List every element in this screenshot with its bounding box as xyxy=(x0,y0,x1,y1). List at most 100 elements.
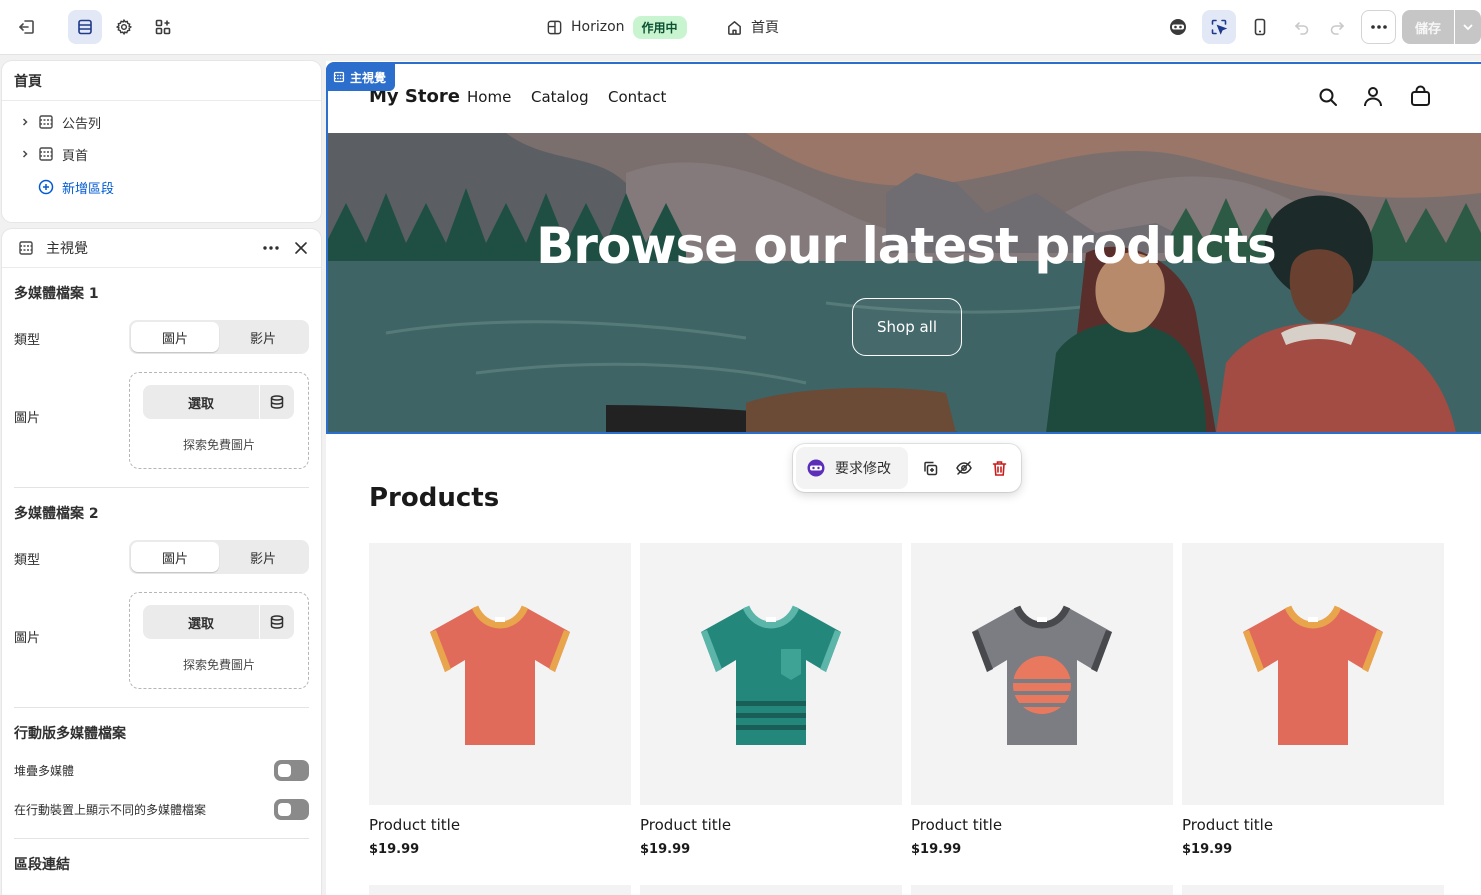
cursor-select-icon xyxy=(1211,19,1228,35)
add-section-label: 新增區段 xyxy=(62,181,115,197)
mobile-media-title: 行動版多媒體檔案 xyxy=(14,726,126,742)
tshirt-gray-sunset-icon xyxy=(972,605,1112,745)
database-icon xyxy=(270,615,284,629)
divider xyxy=(14,838,309,839)
theme-settings-button[interactable] xyxy=(107,10,141,44)
exit-button[interactable] xyxy=(10,10,44,44)
delete-section-button[interactable] xyxy=(989,458,1009,478)
stack-media-toggle[interactable] xyxy=(274,760,309,781)
media1-type-label: 類型 xyxy=(14,333,41,348)
ask-sidekick-button[interactable]: 要求修改 xyxy=(796,447,908,489)
product-title: Product title xyxy=(1182,816,1274,834)
chevron-right-icon xyxy=(22,118,28,126)
exit-icon xyxy=(19,20,34,34)
shop-all-button[interactable]: Shop all xyxy=(852,298,962,356)
eye-off-icon xyxy=(956,461,972,475)
inspector-toggle-button[interactable] xyxy=(1202,10,1236,44)
media1-type-segmented: 圖片 影片 xyxy=(129,320,309,354)
more-actions-button[interactable] xyxy=(1361,10,1396,44)
page-selector[interactable]: 首頁 xyxy=(726,14,779,40)
plus-circle-icon xyxy=(38,179,54,195)
nav-catalog[interactable]: Catalog xyxy=(531,88,589,106)
product-card-next-row xyxy=(640,885,902,895)
account-icon[interactable] xyxy=(1363,86,1383,107)
stack-media-label: 堆疊多媒體 xyxy=(14,764,75,778)
sections-icon xyxy=(78,19,92,35)
media2-type-image[interactable]: 圖片 xyxy=(131,542,219,572)
chevron-down-icon xyxy=(1463,24,1473,31)
page-name: 首頁 xyxy=(751,20,779,36)
product-card-next-row xyxy=(369,885,631,895)
apps-button[interactable] xyxy=(146,10,180,44)
product-card[interactable]: Product title $19.99 xyxy=(640,543,902,857)
products-heading: Products xyxy=(369,483,500,513)
close-icon[interactable] xyxy=(294,241,308,255)
selected-section-label: 主視覺 xyxy=(350,70,387,85)
product-title: Product title xyxy=(640,816,732,834)
section-icon xyxy=(19,241,33,255)
product-title: Product title xyxy=(369,816,461,834)
ask-sidekick-label: 要求修改 xyxy=(835,461,891,477)
selected-section-tag[interactable]: 主視覺 xyxy=(326,63,396,91)
hero-banner[interactable]: Browse our latest products Shop all xyxy=(326,133,1481,433)
product-card[interactable]: Product title $19.99 xyxy=(1182,543,1444,857)
nav-home[interactable]: Home xyxy=(467,88,511,106)
theme-selector[interactable]: Horizon 作用中 xyxy=(546,14,687,40)
sidekick-button[interactable] xyxy=(1161,10,1195,44)
duplicate-button[interactable] xyxy=(920,458,940,478)
product-image xyxy=(1182,543,1444,805)
apps-icon xyxy=(155,19,171,35)
sections-tab-button[interactable] xyxy=(68,10,102,44)
product-price: $19.99 xyxy=(1182,842,1233,857)
tshirt-coral-icon xyxy=(430,605,570,745)
product-title: Product title xyxy=(911,816,1003,834)
media2-type-video[interactable]: 影片 xyxy=(219,542,307,572)
media2-select-button[interactable]: 選取 xyxy=(143,605,259,639)
media1-type-video[interactable]: 影片 xyxy=(219,322,307,352)
hide-section-button[interactable] xyxy=(954,458,974,478)
add-section-button[interactable]: 新增區段 xyxy=(38,176,114,198)
media1-picker: 選取 探索免費圖片 xyxy=(129,372,309,469)
tshirt-teal-striped-icon xyxy=(701,605,841,745)
media1-explore-link[interactable]: 探索免費圖片 xyxy=(130,436,308,453)
store-header: My Store Home Catalog Contact xyxy=(326,61,1481,133)
more-horizontal-icon[interactable] xyxy=(262,245,280,251)
media1-library-button[interactable] xyxy=(260,385,294,419)
gear-icon xyxy=(115,18,133,36)
media1-select-button[interactable]: 選取 xyxy=(143,385,259,419)
tree-item-header[interactable]: 頁首 xyxy=(20,143,88,165)
hero-illustration xyxy=(326,133,1481,433)
product-card[interactable]: Product title $19.99 xyxy=(369,543,631,857)
home-icon xyxy=(728,20,741,35)
search-icon[interactable] xyxy=(1318,87,1338,107)
sidekick-icon xyxy=(807,459,825,477)
nav-contact[interactable]: Contact xyxy=(608,88,666,106)
undo-button[interactable] xyxy=(1285,10,1319,44)
media2-type-label: 類型 xyxy=(14,553,41,568)
cart-icon[interactable] xyxy=(1410,85,1431,107)
settings-header: 主視覺 xyxy=(2,229,321,268)
media2-type-segmented: 圖片 影片 xyxy=(129,540,309,574)
different-mobile-media-toggle[interactable] xyxy=(274,799,309,820)
tree-item-announcement-bar[interactable]: 公告列 xyxy=(20,111,101,133)
trash-icon xyxy=(992,460,1006,476)
product-card[interactable]: Product title $19.99 xyxy=(911,543,1173,857)
section-link-title: 區段連結 xyxy=(14,857,70,873)
save-button[interactable]: 儲存 xyxy=(1402,10,1454,44)
divider xyxy=(14,707,309,708)
mobile-icon xyxy=(1254,18,1266,36)
mobile-preview-button[interactable] xyxy=(1243,10,1277,44)
media2-library-button[interactable] xyxy=(260,605,294,639)
chevron-right-icon xyxy=(22,150,28,158)
divider xyxy=(14,487,309,488)
section-floating-toolbar: 要求修改 xyxy=(793,444,1021,492)
media1-type-image[interactable]: 圖片 xyxy=(131,322,219,352)
section-tree-panel: 首頁 公告列 頁首 新增區段 xyxy=(2,61,321,222)
redo-button[interactable] xyxy=(1320,10,1354,44)
media2-explore-link[interactable]: 探索免費圖片 xyxy=(130,656,308,673)
media2-title: 多媒體檔案 2 xyxy=(14,506,99,522)
media2-image-label: 圖片 xyxy=(14,631,41,646)
product-price: $19.99 xyxy=(369,842,420,857)
product-image xyxy=(369,543,631,805)
save-options-button[interactable] xyxy=(1455,10,1481,44)
